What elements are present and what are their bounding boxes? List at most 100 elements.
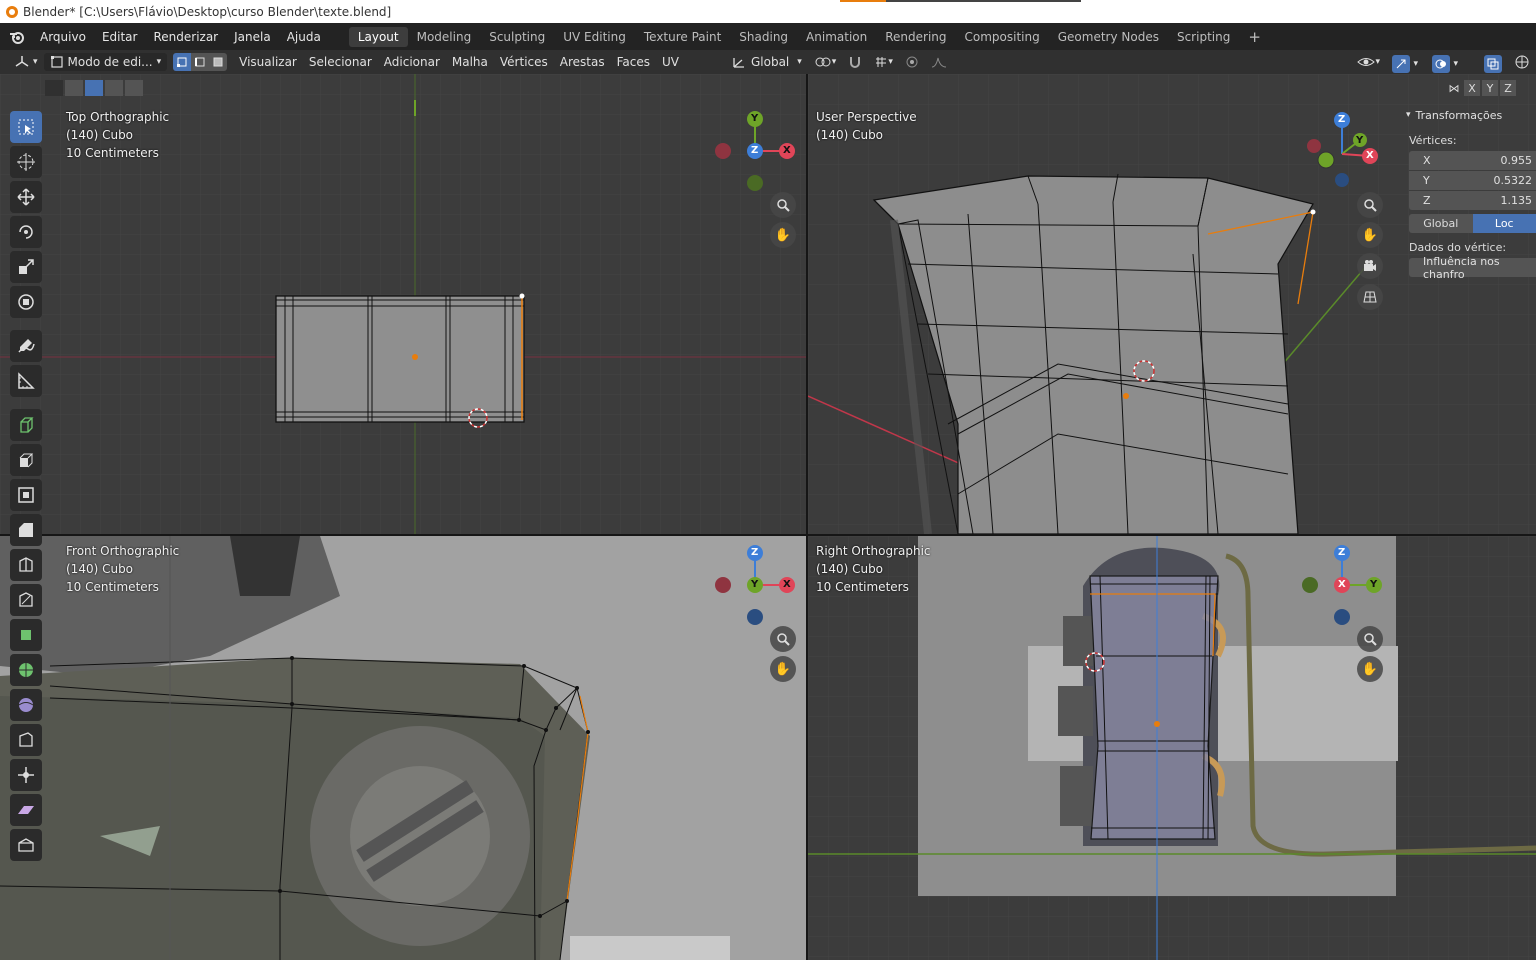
xray-toggle[interactable] bbox=[1478, 53, 1508, 75]
mirror-y-toggle[interactable]: Y bbox=[1482, 80, 1498, 96]
viewport-right-ortho[interactable]: Right Orthographic (140) Cubo 10 Centime… bbox=[808, 536, 1536, 960]
zoom-icon[interactable] bbox=[1357, 192, 1383, 218]
hand-pan-icon[interactable]: ✋ bbox=[1357, 656, 1383, 682]
annotate-tool-icon[interactable] bbox=[10, 330, 42, 362]
menu-edge[interactable]: Arestas bbox=[554, 53, 611, 71]
menu-file[interactable]: Arquivo bbox=[32, 30, 94, 44]
inset-faces-tool-icon[interactable] bbox=[10, 479, 42, 511]
mirror-x-toggle[interactable]: X bbox=[1464, 80, 1480, 96]
orientation-icon bbox=[733, 58, 744, 68]
menu-add[interactable]: Adicionar bbox=[378, 53, 446, 71]
bevel-weight-field[interactable]: Influência nos chanfro bbox=[1409, 255, 1536, 281]
move-tool-icon[interactable] bbox=[10, 181, 42, 213]
add-cube-tool-icon[interactable] bbox=[10, 409, 42, 441]
tab-scripting[interactable]: Scripting bbox=[1168, 27, 1239, 47]
tab-texture-paint[interactable]: Texture Paint bbox=[635, 27, 730, 47]
select-extend-icon[interactable] bbox=[65, 80, 83, 96]
tab-geometry-nodes[interactable]: Geometry Nodes bbox=[1049, 27, 1168, 47]
rotate-tool-icon[interactable] bbox=[10, 216, 42, 248]
zoom-icon[interactable] bbox=[770, 626, 796, 652]
add-workspace-icon[interactable]: + bbox=[1239, 25, 1270, 49]
spin-tool-icon[interactable] bbox=[10, 654, 42, 686]
vertex-z-field[interactable]: Z 1.135 bbox=[1409, 191, 1536, 210]
tab-sculpting[interactable]: Sculpting bbox=[480, 27, 554, 47]
tab-layout[interactable]: Layout bbox=[348, 26, 408, 47]
menu-mesh[interactable]: Malha bbox=[446, 53, 494, 71]
butterfly-icon: ⋈ bbox=[1448, 81, 1460, 95]
transform-orientation-dropdown[interactable]: Global ▾ bbox=[725, 53, 808, 71]
overlay-icon bbox=[1432, 55, 1451, 73]
local-toggle[interactable]: Loc bbox=[1472, 214, 1536, 233]
edge-select-icon[interactable] bbox=[191, 53, 210, 71]
scale-tool-icon[interactable] bbox=[10, 251, 42, 283]
loop-cut-tool-icon[interactable] bbox=[10, 549, 42, 581]
menu-face[interactable]: Faces bbox=[611, 53, 656, 71]
gizmo-toggle[interactable]: ▾ bbox=[1386, 53, 1424, 75]
extrude-tool-icon[interactable] bbox=[10, 444, 42, 476]
viewport-front-ortho[interactable]: Front Orthographic (140) Cubo 10 Centime… bbox=[0, 536, 806, 960]
menu-select[interactable]: Selecionar bbox=[303, 53, 378, 71]
menu-help[interactable]: Ajuda bbox=[279, 30, 329, 44]
camera-icon[interactable] bbox=[1357, 253, 1383, 279]
smooth-tool-icon[interactable] bbox=[10, 689, 42, 721]
tab-modeling[interactable]: Modeling bbox=[408, 27, 481, 47]
menu-edit[interactable]: Editar bbox=[94, 30, 146, 44]
vertex-x-field[interactable]: X 0.955 bbox=[1409, 151, 1536, 170]
transform-section-header[interactable]: ▾ Transformações bbox=[1400, 104, 1536, 126]
global-toggle[interactable]: Global bbox=[1409, 214, 1473, 233]
shading-wire-icon[interactable] bbox=[1514, 54, 1530, 73]
snap-target-dropdown[interactable]: ▾ bbox=[868, 53, 899, 71]
measure-tool-icon[interactable] bbox=[10, 365, 42, 397]
zoom-icon[interactable] bbox=[770, 192, 796, 218]
snap-toggle[interactable] bbox=[842, 53, 868, 71]
face-select-icon[interactable] bbox=[209, 53, 228, 71]
editor-type-dropdown[interactable]: ▾ bbox=[8, 53, 44, 71]
bevel-tool-icon[interactable] bbox=[10, 514, 42, 546]
shear-tool-icon[interactable] bbox=[10, 794, 42, 826]
rip-region-tool-icon[interactable] bbox=[10, 829, 42, 861]
menu-window[interactable]: Janela bbox=[226, 30, 279, 44]
zoom-icon[interactable] bbox=[1357, 626, 1383, 652]
eye-icon bbox=[1357, 58, 1376, 66]
proportional-edit-toggle[interactable] bbox=[899, 53, 925, 71]
knife-tool-icon[interactable] bbox=[10, 584, 42, 616]
select-box-tool-icon[interactable] bbox=[10, 111, 42, 143]
falloff-dropdown[interactable] bbox=[925, 53, 953, 71]
vertex-select-icon[interactable] bbox=[173, 53, 192, 71]
area-splitter-vertical[interactable] bbox=[806, 74, 808, 960]
select-invert-icon[interactable] bbox=[105, 80, 123, 96]
tab-animation[interactable]: Animation bbox=[797, 27, 876, 47]
perspective-grid-icon[interactable] bbox=[1357, 284, 1383, 310]
edge-slide-tool-icon[interactable] bbox=[10, 724, 42, 756]
mirror-z-toggle[interactable]: Z bbox=[1500, 80, 1516, 96]
hand-pan-icon[interactable]: ✋ bbox=[770, 222, 796, 248]
menu-uv[interactable]: UV bbox=[656, 53, 685, 71]
hand-pan-icon[interactable]: ✋ bbox=[1357, 222, 1383, 248]
viewport-top-ortho[interactable]: Top Orthographic (140) Cubo 10 Centimete… bbox=[0, 74, 806, 534]
transform-tool-icon[interactable] bbox=[10, 286, 42, 318]
vertex-y-field[interactable]: Y 0.5322 bbox=[1409, 171, 1536, 190]
tab-shading[interactable]: Shading bbox=[730, 27, 797, 47]
select-intersect-icon[interactable] bbox=[125, 80, 143, 96]
select-new-icon[interactable] bbox=[45, 80, 63, 96]
gizmo-y-label: Y bbox=[751, 113, 759, 124]
menu-vertex[interactable]: Vértices bbox=[494, 53, 554, 71]
tab-compositing[interactable]: Compositing bbox=[956, 27, 1049, 47]
menu-render[interactable]: Renderizar bbox=[145, 30, 226, 44]
viewport-object: (140) Cubo bbox=[66, 128, 134, 142]
blender-menu-icon[interactable] bbox=[8, 28, 26, 46]
tab-rendering[interactable]: Rendering bbox=[876, 27, 955, 47]
cursor-tool-icon[interactable] bbox=[10, 146, 42, 178]
mode-dropdown[interactable]: Modo de edi... ▾ bbox=[43, 53, 168, 71]
hand-pan-icon[interactable]: ✋ bbox=[770, 656, 796, 682]
shrink-fatten-tool-icon[interactable] bbox=[10, 759, 42, 791]
select-subtract-icon[interactable] bbox=[85, 80, 103, 96]
area-splitter-horizontal[interactable] bbox=[0, 534, 1536, 536]
tab-uv-editing[interactable]: UV Editing bbox=[554, 27, 635, 47]
pivot-point-dropdown[interactable]: ▾ bbox=[808, 53, 843, 71]
y-value: 0.5322 bbox=[1493, 174, 1533, 187]
poly-build-tool-icon[interactable] bbox=[10, 619, 42, 651]
menu-view[interactable]: Visualizar bbox=[233, 53, 303, 71]
visibility-dropdown[interactable]: ▾ bbox=[1351, 53, 1386, 71]
overlay-toggle[interactable]: ▾ bbox=[1426, 53, 1464, 75]
